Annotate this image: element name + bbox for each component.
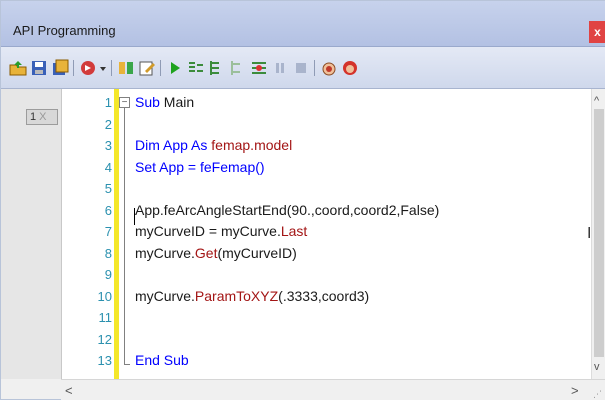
code-text: Dim App As — [135, 137, 212, 153]
code-line: myCurve.ParamToXYZ(.3333,coord3) — [135, 288, 369, 304]
line-number: 4 — [104, 160, 112, 175]
line-number: 13 — [97, 353, 112, 368]
tab-strip: 1X — [1, 89, 61, 379]
line-number-gutter: 1 2 3 4 5 6 7 8 9 10 11 12 13 — [62, 89, 114, 379]
line-number: 2 — [104, 117, 112, 132]
fold-guide — [124, 107, 125, 365]
horizontal-scrollbar[interactable] — [61, 379, 605, 400]
line-number: 7 — [104, 224, 112, 239]
toolbar-separator — [111, 60, 112, 76]
line-number: 12 — [97, 332, 112, 347]
step-over-icon[interactable] — [208, 59, 226, 77]
code-line: myCurveID = myCurve.Last — [135, 223, 307, 239]
edit-icon[interactable] — [138, 59, 156, 77]
line-number: 8 — [104, 246, 112, 261]
save-all-icon[interactable] — [51, 59, 69, 77]
toolbar-separator — [314, 60, 315, 76]
line-number: 3 — [104, 138, 112, 153]
hand-icon[interactable] — [320, 59, 338, 77]
pause-icon[interactable] — [271, 59, 289, 77]
save-icon[interactable] — [30, 59, 48, 77]
step-out-icon[interactable] — [229, 59, 247, 77]
code-text: (myCurveID) — [217, 245, 297, 261]
fold-end-marker — [124, 364, 130, 365]
member-name: ParamToXYZ — [194, 288, 279, 304]
code-line: Dim App As femap.model — [135, 137, 292, 153]
text-cursor — [134, 208, 135, 225]
dropdown-arrow-icon[interactable] — [98, 59, 108, 77]
api-programming-window: API Programming x 1X 1 2 3 4 5 6 7 8 9 1… — [0, 0, 605, 400]
step-into-icon[interactable] — [187, 59, 205, 77]
code-text: (.3333,coord3) — [278, 288, 370, 304]
member-name: Get — [194, 245, 218, 261]
resize-grip-icon[interactable]: ⋰ — [593, 389, 602, 400]
module-tab[interactable]: 1X — [26, 109, 58, 125]
open-folder-icon[interactable] — [9, 59, 27, 77]
code-line: myCurve.Get(myCurveID) — [135, 245, 297, 261]
scroll-down-arrow-icon[interactable]: v — [594, 361, 600, 373]
title-bar: API Programming x — [1, 1, 605, 47]
code-text: myCurve. — [135, 245, 195, 261]
play-icon[interactable] — [166, 59, 184, 77]
scroll-up-arrow-icon[interactable]: ^ — [594, 95, 599, 107]
stop-hand-icon[interactable] — [341, 59, 359, 77]
line-number: 9 — [104, 267, 112, 282]
line-number: 11 — [98, 310, 113, 325]
fold-toggle-icon[interactable]: − — [119, 97, 130, 108]
code-text: myCurveID = myCurve. — [135, 223, 281, 239]
code-text: Main — [159, 94, 195, 110]
keyword: Sub — [135, 94, 160, 110]
member-name: Last — [280, 223, 308, 239]
code-editor[interactable]: 1 2 3 4 5 6 7 8 9 10 11 12 13 − Sub Main… — [61, 89, 591, 379]
toggle-breakpoint-icon[interactable] — [250, 59, 268, 77]
run-macro-icon[interactable] — [79, 59, 97, 77]
code-text: Set App = feFemap() — [135, 159, 265, 175]
scroll-left-arrow-icon[interactable]: < — [65, 383, 73, 398]
code-text: App.feArcAngleStartEnd(90.,coord,coord2,… — [135, 202, 440, 218]
vertical-scroll-thumb[interactable] — [594, 109, 604, 357]
line-number: 10 — [97, 289, 112, 304]
type-name: femap.model — [211, 137, 293, 153]
module-tab-close[interactable]: X — [39, 111, 46, 123]
line-number: 5 — [104, 181, 112, 196]
change-indicator-bar — [114, 89, 119, 379]
code-line: App.feArcAngleStartEnd(90.,coord,coord2,… — [135, 202, 439, 218]
line-number: 1 — [104, 95, 112, 110]
window-title: API Programming — [13, 23, 116, 38]
module-tab-label: 1 — [30, 111, 37, 123]
references-icon[interactable] — [117, 59, 135, 77]
code-line: End Sub — [135, 352, 189, 368]
toolbar-separator — [160, 60, 161, 76]
keyword: End Sub — [135, 352, 189, 368]
stop-icon[interactable] — [292, 59, 310, 77]
code-text: myCurve. — [135, 288, 195, 304]
toolbar-separator — [73, 60, 74, 76]
line-number: 6 — [104, 203, 112, 218]
scroll-right-arrow-icon[interactable]: > — [571, 383, 579, 398]
toolbar — [1, 47, 605, 89]
code-line: Set App = feFemap() — [135, 159, 265, 175]
close-button[interactable]: x — [589, 21, 605, 43]
code-line: Sub Main — [135, 94, 194, 110]
